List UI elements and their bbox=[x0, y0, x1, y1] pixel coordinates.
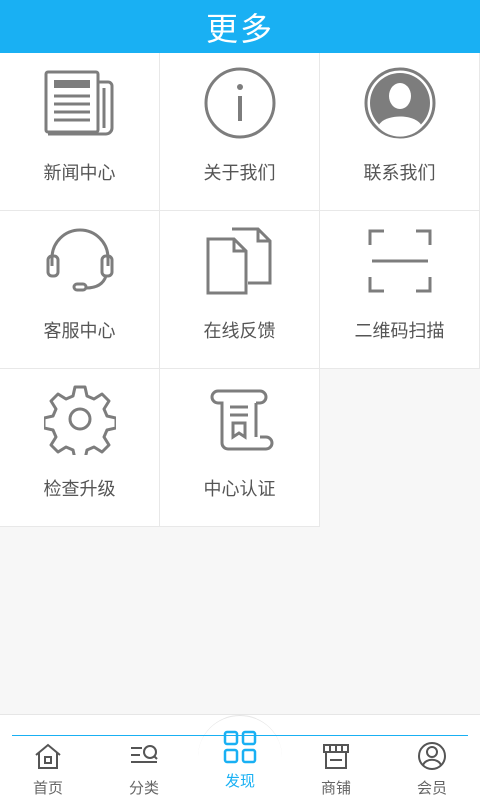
grid-item-label: 中心认证 bbox=[203, 479, 276, 500]
shop-icon bbox=[321, 739, 351, 773]
grid-item-contact[interactable]: 联系我们 bbox=[320, 53, 480, 211]
gear-icon bbox=[0, 381, 159, 457]
grid-item-label: 关于我们 bbox=[203, 163, 276, 184]
grid-item-customer-service[interactable]: 客服中心 bbox=[0, 211, 160, 369]
bottom-tab-bar: 首页 分类 发现 商铺 会员 bbox=[0, 714, 480, 800]
page-title: 更多 bbox=[205, 9, 274, 48]
grid-item-label: 联系我们 bbox=[363, 163, 436, 184]
grid-icon bbox=[223, 729, 257, 764]
tab-label: 商铺 bbox=[320, 779, 351, 797]
certificate-scroll-icon bbox=[160, 381, 319, 457]
tab-discover[interactable]: 发现 bbox=[192, 729, 288, 791]
tab-label: 首页 bbox=[32, 779, 63, 797]
tab-label: 分类 bbox=[128, 779, 159, 797]
tab-home[interactable]: 首页 bbox=[0, 739, 96, 800]
tab-label: 会员 bbox=[416, 779, 447, 797]
header-bar: 更多 bbox=[0, 0, 480, 53]
tab-category[interactable]: 分类 bbox=[96, 739, 192, 800]
documents-icon bbox=[160, 223, 319, 299]
grid-item-label: 客服中心 bbox=[43, 321, 116, 342]
grid-item-qr-scan[interactable]: 二维码扫描 bbox=[320, 211, 480, 369]
grid-item-about[interactable]: 关于我们 bbox=[160, 53, 320, 211]
grid-item-label: 检查升级 bbox=[43, 479, 116, 500]
person-icon bbox=[320, 65, 479, 141]
grid-item-certification[interactable]: 中心认证 bbox=[160, 369, 320, 527]
grid-item-feedback[interactable]: 在线反馈 bbox=[160, 211, 320, 369]
tab-label: 发现 bbox=[224, 772, 255, 790]
newspaper-icon bbox=[0, 65, 159, 141]
tab-member[interactable]: 会员 bbox=[384, 739, 480, 800]
tab-shop[interactable]: 商铺 bbox=[288, 739, 384, 800]
info-icon bbox=[160, 65, 319, 141]
headset-icon bbox=[0, 223, 159, 299]
category-search-icon bbox=[129, 739, 159, 773]
grid-item-label: 二维码扫描 bbox=[354, 321, 445, 342]
grid-item-label: 新闻中心 bbox=[43, 163, 116, 184]
grid-item-label: 在线反馈 bbox=[203, 321, 276, 342]
scan-icon bbox=[320, 223, 479, 299]
grid-item-check-update[interactable]: 检查升级 bbox=[0, 369, 160, 527]
user-circle-icon bbox=[417, 739, 447, 773]
grid-item-news[interactable]: 新闻中心 bbox=[0, 53, 160, 211]
home-icon bbox=[33, 739, 63, 773]
